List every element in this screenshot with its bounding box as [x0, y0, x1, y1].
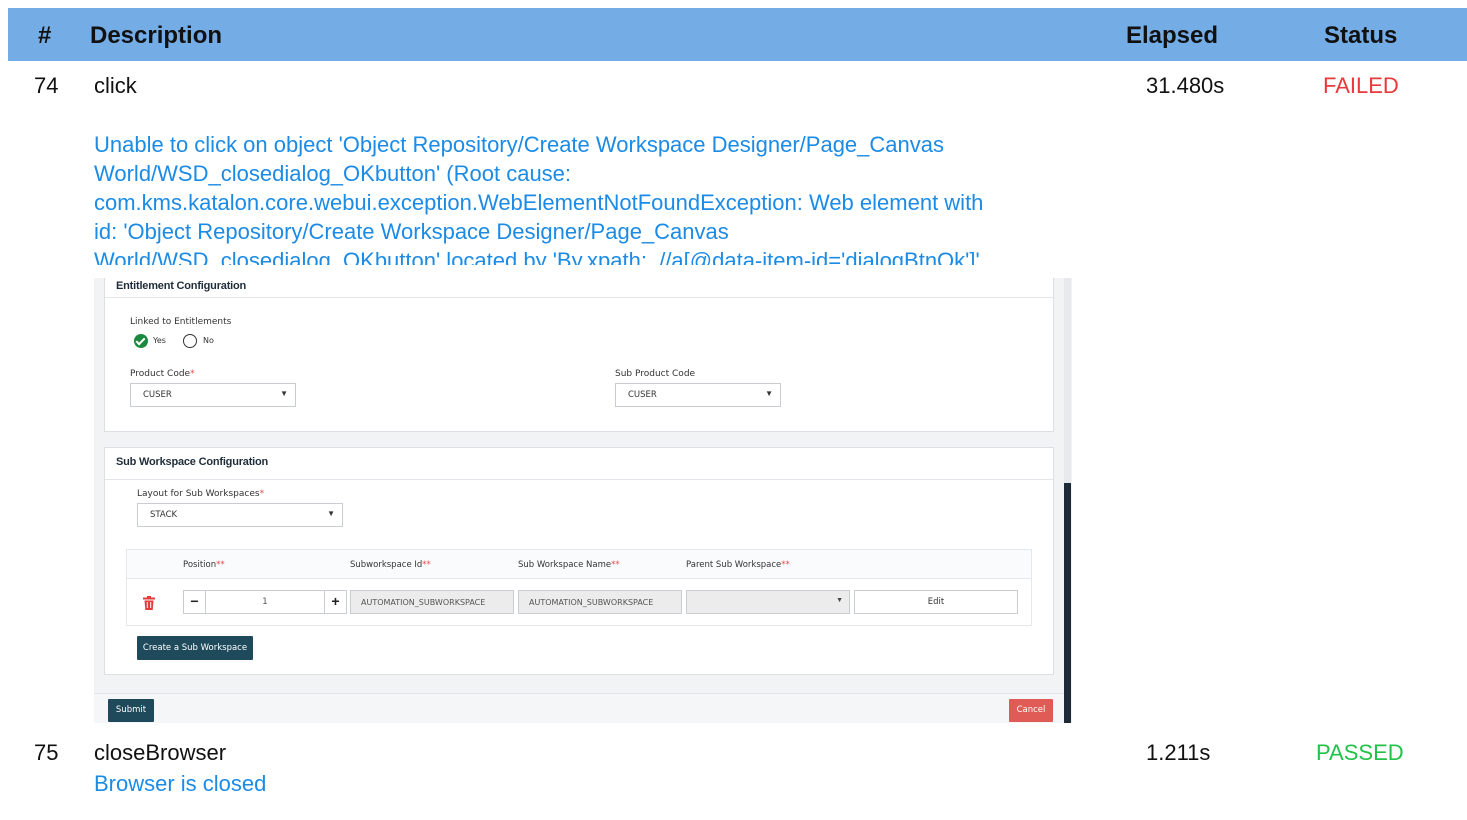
subworkspace-id-field[interactable]: AUTOMATION_SUBWORKSPACE [350, 590, 514, 614]
sub-product-code-label: Sub Product Code [615, 369, 696, 379]
position-value[interactable]: 1 [206, 597, 324, 607]
parent-sub-workspace-select[interactable]: ▼ [686, 590, 850, 614]
scrollbar-thumb[interactable] [1064, 483, 1071, 723]
subworkspace-id-value: AUTOMATION_SUBWORKSPACE [361, 598, 486, 607]
yes-radio[interactable] [134, 334, 148, 348]
product-code-label: Product Code* [130, 369, 195, 379]
no-radio[interactable] [183, 334, 197, 348]
status-badge: PASSED [1316, 740, 1404, 765]
status-badge: FAILED [1323, 73, 1399, 98]
message-line: com.kms.katalon.core.webui.exception.Web… [94, 190, 984, 215]
column-parent-sub-workspace: Parent Sub Workspace** [686, 560, 790, 570]
trash-icon[interactable] [143, 596, 155, 610]
column-position: Position** [183, 560, 225, 570]
header-number: # [38, 22, 52, 49]
position-stepper[interactable]: − 1 + [183, 590, 347, 614]
yes-label: Yes [153, 336, 166, 345]
message-line: Browser is closed [94, 771, 267, 796]
table-header: Position** Subworkspace Id** Sub Workspa… [127, 550, 1031, 579]
sub-workspace-title: Sub Workspace Configuration [116, 456, 269, 468]
layout-select[interactable]: STACK ▼ [137, 503, 343, 527]
sub-workspace-table: Position** Subworkspace Id** Sub Workspa… [126, 549, 1032, 626]
row-description: closeBrowser [94, 740, 227, 765]
table-row: − 1 + AUTOMATION_SUBWORKSPACE AUTOMATION… [127, 579, 1031, 626]
header-status: Status [1324, 22, 1398, 49]
column-sub-workspace-name: Sub Workspace Name** [518, 560, 620, 570]
sub-product-code-value: CUSER [628, 390, 657, 400]
entitlement-card: Entitlement Configuration Linked to Enti… [104, 278, 1054, 432]
row-elapsed: 1.211s [1146, 740, 1211, 765]
increment-button[interactable]: + [324, 591, 346, 613]
row-number: 74 [34, 73, 59, 98]
row-number: 75 [34, 740, 59, 765]
row-elapsed: 31.480s [1146, 73, 1225, 98]
info-message: Browser is closed [94, 769, 266, 798]
chevron-down-icon: ▼ [765, 389, 773, 398]
edit-button[interactable]: Edit [854, 590, 1018, 614]
column-subworkspace-id: Subworkspace Id** [350, 560, 431, 570]
submit-button[interactable]: Submit [108, 699, 154, 722]
layout-value: STACK [150, 510, 178, 520]
no-label: No [203, 336, 214, 345]
cancel-button[interactable]: Cancel [1009, 699, 1053, 722]
sub-product-code-select[interactable]: CUSER ▼ [615, 383, 781, 407]
message-line: World/WSD_closedialog_OKbutton' located … [94, 248, 980, 265]
report-header: # Description Elapsed Status [8, 8, 1467, 61]
linked-label: Linked to Entitlements [130, 317, 232, 327]
entitlement-title: Entitlement Configuration [116, 280, 247, 292]
header-elapsed: Elapsed [1126, 22, 1219, 49]
divider [105, 297, 1053, 298]
sub-workspace-card: Sub Workspace Configuration Layout for S… [104, 447, 1054, 675]
sub-workspace-name-field[interactable]: AUTOMATION_SUBWORKSPACE [518, 590, 682, 614]
layout-label: Layout for Sub Workspaces* [137, 489, 265, 499]
message-line: id: 'Object Repository/Create Workspace … [94, 219, 729, 244]
product-code-value: CUSER [143, 390, 172, 400]
product-code-select[interactable]: CUSER ▼ [130, 383, 296, 407]
message-line: Unable to click on object 'Object Reposi… [94, 132, 944, 157]
row-description: click [94, 73, 137, 98]
chevron-down-icon: ▼ [836, 597, 843, 604]
header-description: Description [90, 22, 223, 49]
decrement-button[interactable]: − [184, 591, 206, 613]
failure-screenshot: Entitlement Configuration Linked to Enti… [94, 278, 1072, 723]
create-sub-workspace-button[interactable]: Create a Sub Workspace [137, 636, 253, 660]
divider [105, 479, 1053, 480]
edit-label: Edit [927, 597, 945, 607]
chevron-down-icon: ▼ [327, 509, 335, 518]
form-footer: Submit Cancel [94, 693, 1064, 723]
chevron-down-icon: ▼ [280, 389, 288, 398]
error-message: Unable to click on object 'Object Reposi… [94, 130, 983, 265]
message-line: World/WSD_closedialog_OKbutton' (Root ca… [94, 161, 572, 186]
sub-workspace-name-value: AUTOMATION_SUBWORKSPACE [529, 598, 654, 607]
